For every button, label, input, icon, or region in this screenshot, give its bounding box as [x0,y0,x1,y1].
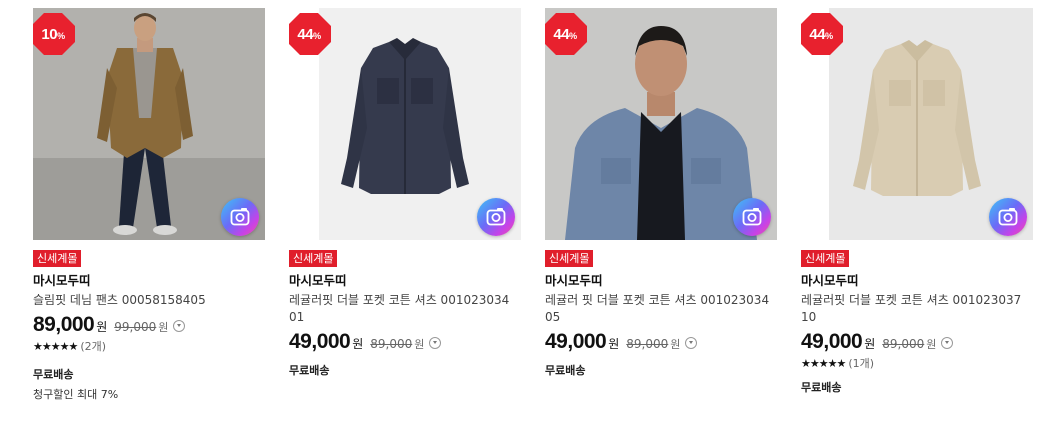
product-name[interactable]: 레귤러 핏 더블 포켓 코튼 셔츠 00102303405 [545,292,771,326]
price-unit: 원 [352,337,364,351]
price-row: 49,000 원 89,000 원 [801,330,1033,356]
review-count: (2개) [80,340,107,353]
product-image[interactable]: 10% [33,8,265,240]
camera-icon[interactable] [477,198,515,236]
rating: ★★★★★ (2개) [33,340,265,354]
shipping-label: 무료배송 [801,381,842,394]
price-info-icon[interactable] [685,337,698,349]
price-row: 49,000 원 89,000 원 [289,330,521,356]
price-info-icon[interactable] [173,320,186,332]
mall-tag: 신세계몰 [289,250,338,267]
discount-unit: % [57,31,65,41]
discount-value: 44 [297,26,314,43]
discount-unit: % [569,31,577,41]
discount-value: 10 [41,26,58,43]
price-unit: 원 [864,337,876,351]
sale-price: 89,000 [33,313,95,336]
discount-value: 44 [553,26,570,43]
sale-price: 49,000 [801,330,863,353]
price-row: 89,000 원 99,000 원 [33,313,265,339]
shipping-label: 무료배송 [289,364,330,377]
product-name[interactable]: 슬림핏 데님 팬츠 00058158405 [33,292,259,309]
original-price: 99,000 [114,320,157,334]
discount-value: 44 [809,26,826,43]
review-count: (1개) [848,357,875,370]
product-card[interactable]: 44% 신세계몰 마시모두띠 레귤러핏 더블 포켓 코튼 셔츠 00102303… [801,8,1033,395]
product-name[interactable]: 레귤러핏 더블 포켓 코튼 셔츠 00102303401 [289,292,515,326]
star-rating: ★★★★★ [801,357,846,370]
product-card[interactable]: 10% 신세계몰 마시모두띠 슬림핏 데님 팬츠 00058158405 89,… [33,8,265,402]
price-row: 49,000 원 89,000 원 [545,330,777,356]
price-info-icon[interactable] [429,337,442,349]
shipping-label: 무료배송 [33,368,74,381]
shipping-label: 무료배송 [545,364,586,377]
original-price-unit: 원 [926,338,937,351]
rating: ★★★★★ (1개) [801,357,1033,371]
price-info-icon[interactable] [941,337,954,349]
brand-name[interactable]: 마시모두띠 [545,273,777,289]
brand-name[interactable]: 마시모두띠 [33,273,265,289]
discount-unit: % [313,31,321,41]
discount-badge: 10% [33,12,75,56]
mall-tag: 신세계몰 [801,250,850,267]
product-name[interactable]: 레귤러핏 더블 포켓 코튼 셔츠 00102303710 [801,292,1027,326]
product-image[interactable]: 44% [289,8,521,240]
original-price: 89,000 [626,337,669,351]
discount-unit: % [825,31,833,41]
original-price: 89,000 [882,337,925,351]
sale-price: 49,000 [545,330,607,353]
price-unit: 원 [608,337,620,351]
price-unit: 원 [96,320,108,334]
mall-tag: 신세계몰 [33,250,82,267]
star-rating: ★★★★★ [33,340,78,353]
product-image[interactable]: 44% [801,8,1033,240]
original-price: 89,000 [370,337,413,351]
product-image[interactable]: 44% [545,8,777,240]
camera-icon[interactable] [221,198,259,236]
camera-icon[interactable] [733,198,771,236]
product-card[interactable]: 44% 신세계몰 마시모두띠 레귤러핏 더블 포켓 코튼 셔츠 00102303… [289,8,521,378]
camera-icon[interactable] [989,198,1027,236]
mall-tag: 신세계몰 [545,250,594,267]
brand-name[interactable]: 마시모두띠 [801,273,1033,289]
product-card[interactable]: 44% 신세계몰 마시모두띠 레귤러 핏 더블 포켓 코튼 셔츠 0010230… [545,8,777,378]
discount-badge: 44% [801,12,843,56]
discount-badge: 44% [289,12,331,56]
original-price-unit: 원 [670,338,681,351]
card-discount-info: 청구할인 최대 7% [33,388,119,401]
original-price-unit: 원 [414,338,425,351]
discount-badge: 44% [545,12,587,56]
original-price-unit: 원 [158,321,169,334]
brand-name[interactable]: 마시모두띠 [289,273,521,289]
sale-price: 49,000 [289,330,351,353]
